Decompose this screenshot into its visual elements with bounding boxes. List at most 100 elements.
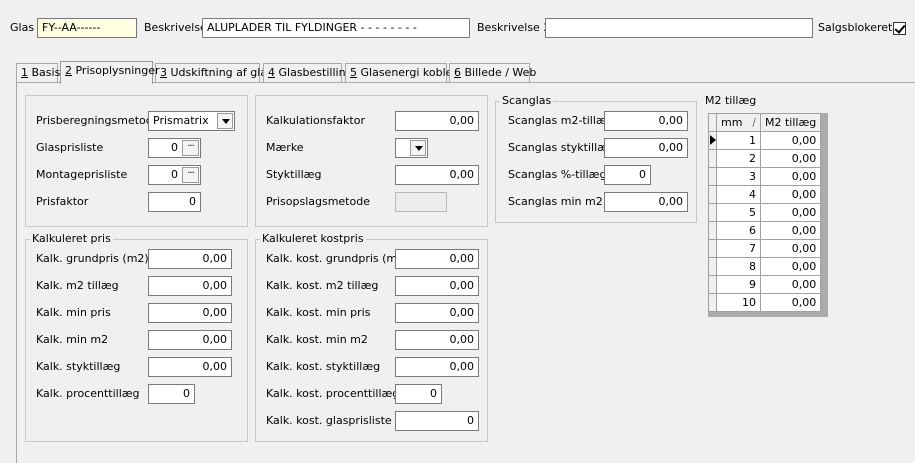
styktillaeg-label: Styktillæg — [266, 168, 322, 181]
column-header-m2-tillaeg[interactable]: M2 tillæg — [759, 113, 822, 132]
table-row[interactable]: 9 0,00 — [708, 275, 822, 294]
row-indicator — [708, 239, 717, 258]
kost-glasprisliste-field[interactable]: 0 — [395, 411, 479, 431]
kost-styktillaeg-field[interactable]: 0,00 — [395, 357, 479, 377]
maerke-label: Mærke — [266, 141, 304, 154]
table-cell-value[interactable]: 0,00 — [759, 185, 822, 204]
table-cell-mm[interactable]: 8 — [716, 257, 761, 276]
kost-m2-tillaeg-field[interactable]: 0,00 — [395, 276, 479, 296]
glas-field[interactable]: FY--AA------ — [37, 18, 137, 38]
table-row[interactable]: 5 0,00 — [708, 203, 822, 222]
table-cell-value[interactable]: 0,00 — [759, 131, 822, 150]
row-indicator — [708, 185, 717, 204]
kalk-m2-tillaeg-label: Kalk. m2 tillæg — [36, 279, 119, 292]
kost-min-pris-label: Kalk. kost. min pris — [266, 306, 371, 319]
salgsblokeret-checkbox[interactable] — [893, 22, 906, 35]
kalk-styktillaeg-field[interactable]: 0,00 — [148, 357, 232, 377]
scanglas-m2-label: Scanglas m2-tillæg — [508, 114, 614, 127]
tab-udskiftning[interactable]: 3 Udskiftning af glas — [155, 63, 273, 82]
table-row[interactable]: 10 0,00 — [708, 293, 822, 312]
kalk-grundpris-field[interactable]: 0,00 — [148, 249, 232, 269]
table-cell-mm[interactable]: 5 — [716, 203, 761, 222]
prisberegningsmetode-select[interactable]: Prismatrix — [148, 111, 235, 131]
kost-procenttillaeg-field[interactable]: 0 — [395, 384, 442, 404]
chevron-down-icon[interactable] — [410, 140, 426, 156]
scanglas-pct-field[interactable]: 0 — [604, 165, 651, 185]
table-cell-mm[interactable]: 7 — [716, 239, 761, 258]
table-row[interactable]: 3 0,00 — [708, 167, 822, 186]
table-row[interactable]: 7 0,00 — [708, 239, 822, 258]
table-cell-value[interactable]: 0,00 — [759, 257, 822, 276]
scanglas-min-label: Scanglas min m2 — [508, 195, 603, 208]
ellipsis-icon[interactable]: ··· — [182, 167, 199, 183]
table-cell-mm[interactable]: 3 — [716, 167, 761, 186]
table-row[interactable]: 1 0,00 — [708, 131, 822, 150]
table-row[interactable]: 4 0,00 — [708, 185, 822, 204]
kalk-procenttillaeg-field[interactable]: 0 — [148, 384, 195, 404]
m2-tillaeg-title: M2 tillæg — [705, 94, 757, 107]
grid-corner — [708, 113, 717, 132]
kalk-grundpris-label: Kalk. grundpris (m2) — [36, 252, 149, 265]
montageprisliste-label: Montageprisliste — [36, 168, 128, 181]
m2-tillaeg-grid[interactable]: mm / M2 tillæg 1 0,00 2 0,00 3 0,00 4 0,00 50… — [708, 113, 828, 317]
table-cell-value[interactable]: 0,00 — [759, 275, 822, 294]
tab-glasbestilling[interactable]: 4 Glasbestilling — [263, 63, 353, 82]
kalk-min-m2-field[interactable]: 0,00 — [148, 330, 232, 350]
scanglas-title: Scanglas — [500, 94, 554, 108]
tab-billede-web[interactable]: 6 Billede / Web — [449, 63, 536, 82]
prisfaktor-field[interactable]: 0 — [148, 192, 201, 212]
table-row[interactable]: 8 0,00 — [708, 257, 822, 276]
row-indicator — [708, 275, 717, 294]
row-indicator — [708, 293, 717, 312]
table-cell-mm[interactable]: 2 — [716, 149, 761, 168]
ellipsis-icon[interactable]: ··· — [182, 140, 199, 156]
row-indicator — [708, 203, 717, 222]
glasprisliste-field[interactable]: 0 ··· — [148, 138, 201, 158]
scanglas-stykt-field[interactable]: 0,00 — [604, 138, 688, 158]
table-cell-value[interactable]: 0,00 — [759, 293, 822, 312]
row-indicator — [708, 167, 717, 186]
table-row[interactable]: 6 0,00 — [708, 221, 822, 240]
table-cell-mm[interactable]: 10 — [716, 293, 761, 312]
montageprisliste-field[interactable]: 0 ··· — [148, 165, 201, 185]
kost-min-pris-field[interactable]: 0,00 — [395, 303, 479, 323]
kost-min-m2-field[interactable]: 0,00 — [395, 330, 479, 350]
chevron-down-icon[interactable] — [217, 113, 233, 129]
glasprisliste-label: Glasprisliste — [36, 141, 104, 154]
glas-label: Glas — [10, 21, 35, 34]
kalk-procenttillaeg-label: Kalk. procenttillæg — [36, 387, 140, 400]
kalkulationsfaktor-label: Kalkulationsfaktor — [266, 114, 365, 127]
table-cell-value[interactable]: 0,00 — [759, 239, 822, 258]
scanglas-pct-label: Scanglas %-tillæg — [508, 168, 607, 181]
scanglas-stykt-label: Scanglas styktillæg — [508, 141, 615, 154]
kalk-min-pris-label: Kalk. min pris — [36, 306, 111, 319]
row-indicator — [708, 257, 717, 276]
kost-grundpris-field[interactable]: 0,00 — [395, 249, 479, 269]
prisfaktor-label: Prisfaktor — [36, 195, 89, 208]
tab-prisoplysninger[interactable]: 2 Prisoplysninger — [60, 61, 160, 84]
table-cell-mm[interactable]: 9 — [716, 275, 761, 294]
tab-glasenergi[interactable]: 5 Glasenergi koblet — [345, 63, 457, 82]
table-cell-mm[interactable]: 4 — [716, 185, 761, 204]
row-indicator — [708, 131, 717, 150]
kalkulationsfaktor-field[interactable]: 0,00 — [395, 111, 479, 131]
kalk-min-m2-label: Kalk. min m2 — [36, 333, 109, 346]
kalk-m2-tillaeg-field[interactable]: 0,00 — [148, 276, 232, 296]
tab-basis[interactable]: 1 Basis — [16, 63, 60, 82]
scanglas-min-field[interactable]: 0,00 — [604, 192, 688, 212]
table-cell-mm[interactable]: 1 — [716, 131, 761, 150]
scanglas-m2-field[interactable]: 0,00 — [604, 111, 688, 131]
table-row[interactable]: 2 0,00 — [708, 149, 822, 168]
beskrivelse-field[interactable]: ALUPLADER TIL FYLDINGER - - - - - - - - — [202, 18, 470, 38]
table-cell-mm[interactable]: 6 — [716, 221, 761, 240]
table-cell-value[interactable]: 0,00 — [759, 167, 822, 186]
column-header-mm[interactable]: mm / — [716, 113, 761, 132]
table-cell-value[interactable]: 0,00 — [759, 221, 822, 240]
table-cell-value[interactable]: 0,00 — [759, 149, 822, 168]
beskrivelse2-field[interactable] — [545, 18, 813, 38]
maerke-select[interactable] — [395, 138, 428, 158]
styktillaeg-field[interactable]: 0,00 — [395, 165, 479, 185]
kost-grundpris-label: Kalk. kost. grundpris (m2) — [266, 252, 409, 265]
table-cell-value[interactable]: 0,00 — [759, 203, 822, 222]
kalk-min-pris-field[interactable]: 0,00 — [148, 303, 232, 323]
